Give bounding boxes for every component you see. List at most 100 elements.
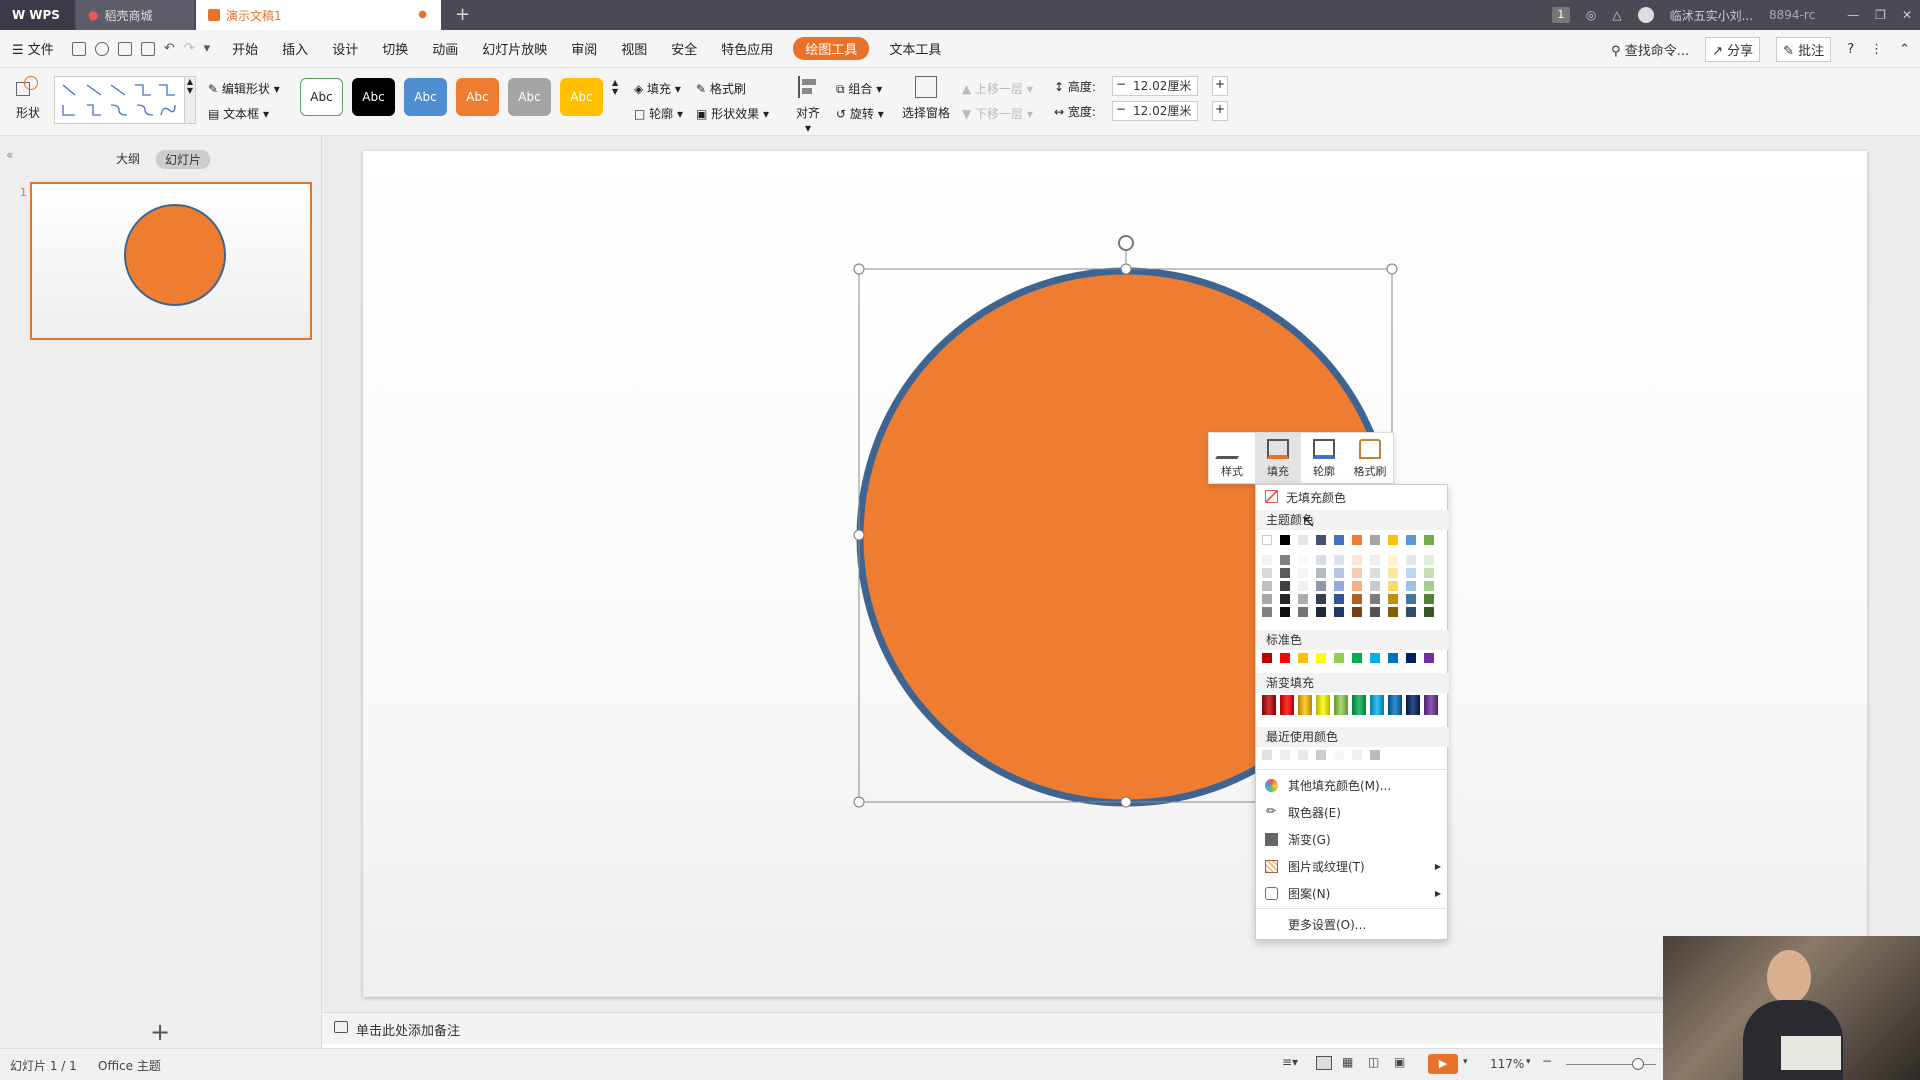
pattern-option[interactable]: 图案(N) ▶ — [1256, 881, 1449, 905]
theme-shade-swatch[interactable] — [1280, 581, 1290, 591]
gradient-option[interactable]: 渐变(G) — [1256, 827, 1449, 851]
standard-swatch[interactable] — [1370, 653, 1380, 663]
theme-shade-swatch[interactable] — [1298, 568, 1308, 578]
theme-swatch[interactable] — [1352, 535, 1362, 545]
theme-swatch[interactable] — [1388, 535, 1398, 545]
theme-shade-swatch[interactable] — [1262, 555, 1272, 565]
recent-swatch[interactable] — [1352, 750, 1362, 760]
mini-outline-button[interactable]: 轮廓 — [1301, 433, 1347, 483]
theme-shade-swatch[interactable] — [1388, 594, 1398, 604]
zoom-out-icon[interactable]: − — [1542, 1054, 1552, 1068]
theme-shade-swatch[interactable] — [1424, 568, 1434, 578]
theme-shade-swatch[interactable] — [1424, 594, 1434, 604]
gradient-swatch[interactable] — [1316, 695, 1330, 715]
gradient-swatch[interactable] — [1280, 695, 1294, 715]
rotate-handle-icon[interactable] — [1118, 235, 1134, 251]
theme-shade-swatch[interactable] — [1388, 555, 1398, 565]
more-settings-option[interactable]: 更多设置(O)... — [1256, 912, 1449, 936]
theme-swatch[interactable] — [1334, 535, 1344, 545]
theme-shade-swatch[interactable] — [1370, 555, 1380, 565]
theme-shade-swatch[interactable] — [1388, 568, 1398, 578]
theme-shade-swatch[interactable] — [1280, 568, 1290, 578]
recent-swatch[interactable] — [1334, 750, 1344, 760]
theme-shade-swatch[interactable] — [1406, 607, 1416, 617]
theme-shade-swatch[interactable] — [1352, 594, 1362, 604]
theme-shade-swatch[interactable] — [1316, 568, 1326, 578]
theme-shade-swatch[interactable] — [1406, 568, 1416, 578]
theme-shade-swatch[interactable] — [1424, 555, 1434, 565]
theme-shade-swatch[interactable] — [1424, 581, 1434, 591]
gradient-swatch[interactable] — [1352, 695, 1366, 715]
theme-shade-swatch[interactable] — [1316, 581, 1326, 591]
theme-shade-swatch[interactable] — [1406, 594, 1416, 604]
standard-swatch[interactable] — [1262, 653, 1272, 663]
theme-swatch[interactable] — [1406, 535, 1416, 545]
theme-shade-swatch[interactable] — [1280, 555, 1290, 565]
gradient-swatch[interactable] — [1262, 695, 1276, 715]
theme-shade-swatch[interactable] — [1370, 594, 1380, 604]
theme-swatch[interactable] — [1280, 535, 1290, 545]
recent-swatch[interactable] — [1316, 750, 1326, 760]
theme-shade-swatch[interactable] — [1262, 607, 1272, 617]
theme-shade-swatch[interactable] — [1262, 568, 1272, 578]
mini-painter-button[interactable]: 格式刷 — [1347, 433, 1393, 483]
theme-shade-swatch[interactable] — [1388, 607, 1398, 617]
more-fill-colors-option[interactable]: 其他填充颜色(M)... — [1256, 773, 1449, 797]
theme-shade-swatch[interactable] — [1280, 594, 1290, 604]
standard-swatch[interactable] — [1406, 653, 1416, 663]
theme-shade-swatch[interactable] — [1334, 568, 1344, 578]
gradient-swatch[interactable] — [1298, 695, 1312, 715]
mini-fill-button[interactable]: 填充 — [1255, 433, 1301, 483]
notes-toggle-icon[interactable]: ≡▾ — [1282, 1055, 1298, 1069]
mini-style-button[interactable]: 样式 — [1209, 433, 1255, 483]
play-button[interactable]: ▶ — [1428, 1054, 1458, 1074]
theme-shade-swatch[interactable] — [1262, 581, 1272, 591]
recent-swatch[interactable] — [1370, 750, 1380, 760]
theme-shade-swatch[interactable] — [1316, 555, 1326, 565]
standard-swatch[interactable] — [1280, 653, 1290, 663]
theme-shade-swatch[interactable] — [1334, 555, 1344, 565]
theme-shade-swatch[interactable] — [1352, 555, 1362, 565]
sorter-view-icon[interactable]: ▦ — [1342, 1055, 1353, 1069]
theme-shade-swatch[interactable] — [1370, 581, 1380, 591]
theme-swatch[interactable] — [1424, 535, 1434, 545]
recent-swatch[interactable] — [1280, 750, 1290, 760]
theme-shade-swatch[interactable] — [1298, 581, 1308, 591]
eyedropper-option[interactable]: ✏ 取色器(E) — [1256, 800, 1449, 824]
zoom-dropdown-icon[interactable]: ▾ — [1526, 1057, 1531, 1067]
theme-shade-swatch[interactable] — [1370, 607, 1380, 617]
theme-shade-swatch[interactable] — [1406, 581, 1416, 591]
theme-shade-swatch[interactable] — [1316, 607, 1326, 617]
play-dropdown-icon[interactable]: ▾ — [1463, 1057, 1468, 1067]
standard-swatch[interactable] — [1298, 653, 1308, 663]
standard-swatch[interactable] — [1334, 653, 1344, 663]
gradient-swatch[interactable] — [1370, 695, 1384, 715]
theme-swatch[interactable] — [1262, 535, 1272, 545]
theme-swatch[interactable] — [1370, 535, 1380, 545]
theme-shade-swatch[interactable] — [1334, 594, 1344, 604]
standard-swatch[interactable] — [1352, 653, 1362, 663]
theme-shade-swatch[interactable] — [1406, 555, 1416, 565]
standard-swatch[interactable] — [1424, 653, 1434, 663]
standard-swatch[interactable] — [1388, 653, 1398, 663]
theme-shade-swatch[interactable] — [1298, 555, 1308, 565]
theme-shade-swatch[interactable] — [1298, 594, 1308, 604]
theme-shade-swatch[interactable] — [1424, 607, 1434, 617]
theme-shade-swatch[interactable] — [1352, 581, 1362, 591]
gradient-swatch[interactable] — [1334, 695, 1348, 715]
theme-shade-swatch[interactable] — [1316, 594, 1326, 604]
theme-shade-swatch[interactable] — [1352, 607, 1362, 617]
no-fill-option[interactable]: 无填充颜色 — [1256, 485, 1449, 509]
recent-swatch[interactable] — [1298, 750, 1308, 760]
recent-swatch[interactable] — [1262, 750, 1272, 760]
theme-swatch[interactable] — [1298, 535, 1308, 545]
gradient-swatch[interactable] — [1388, 695, 1402, 715]
theme-shade-swatch[interactable] — [1334, 581, 1344, 591]
theme-name[interactable]: Office 主题 — [98, 1057, 161, 1074]
presenter-view-icon[interactable]: ▣ — [1394, 1055, 1405, 1069]
gradient-swatch[interactable] — [1424, 695, 1438, 715]
theme-shade-swatch[interactable] — [1262, 594, 1272, 604]
zoom-slider-thumb[interactable] — [1632, 1058, 1644, 1070]
theme-shade-swatch[interactable] — [1388, 581, 1398, 591]
theme-swatch[interactable] — [1316, 535, 1326, 545]
